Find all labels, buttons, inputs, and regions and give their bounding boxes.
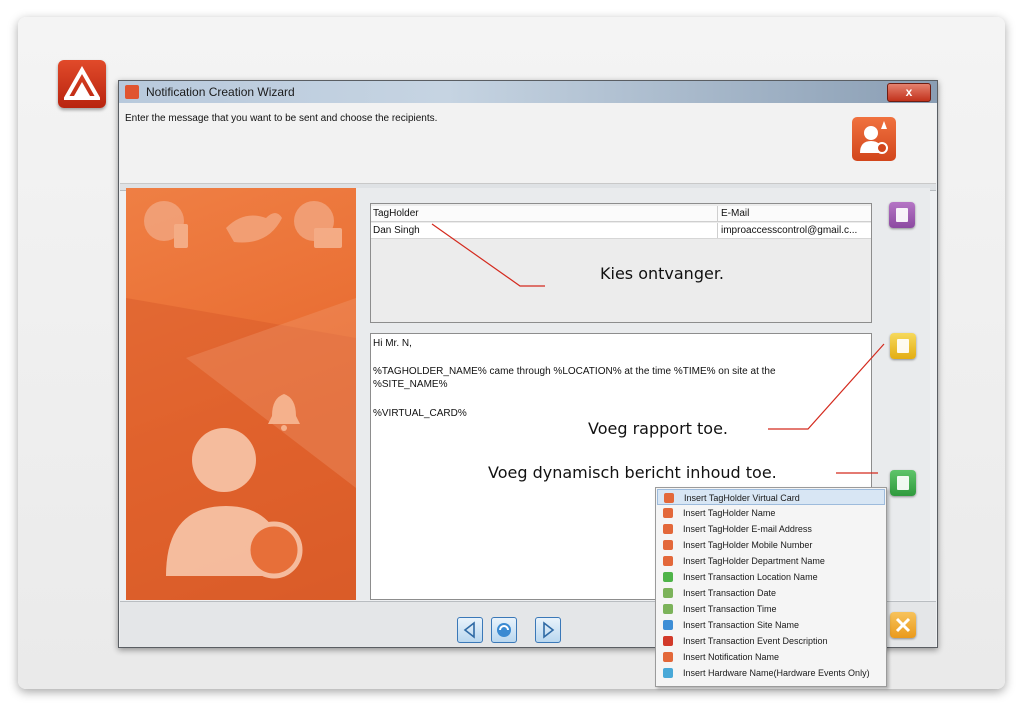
- menu-item-hardware[interactable]: Insert Hardware Name(Hardware Events Onl…: [657, 665, 885, 681]
- cancel-button[interactable]: [890, 612, 916, 638]
- app-icon: [125, 85, 139, 99]
- add-report-button[interactable]: [890, 333, 916, 359]
- annotation-choose-recipient: Kies ontvanger.: [600, 264, 725, 283]
- wizard-header: Enter the message that you want to be se…: [120, 103, 936, 184]
- globe-phone-icon: [144, 201, 188, 248]
- window-title: Notification Creation Wizard: [146, 85, 295, 99]
- site-icon: [663, 620, 673, 630]
- refresh-icon: [497, 623, 511, 637]
- annotation-add-report: Voeg rapport toe.: [588, 419, 728, 438]
- title-bar[interactable]: Notification Creation Wizard x: [119, 81, 937, 103]
- menu-item-virtual-card[interactable]: Insert TagHolder Virtual Card: [657, 489, 885, 505]
- recipient-email-cell: improaccesscontrol@gmail.c...: [717, 223, 871, 238]
- recipients-icon: [896, 208, 908, 222]
- column-header-email[interactable]: E-Mail: [717, 206, 871, 221]
- insert-field-menu: Insert TagHolder Virtual Card Insert Tag…: [655, 487, 887, 687]
- tagholder-icon: [663, 540, 673, 550]
- menu-item-site[interactable]: Insert Transaction Site Name: [657, 617, 885, 633]
- event-icon: [663, 636, 673, 646]
- close-button[interactable]: x: [887, 83, 931, 102]
- bird-icon: [226, 213, 282, 243]
- choose-recipients-button[interactable]: [889, 202, 915, 228]
- document-icon: [897, 476, 909, 490]
- calendar-icon: [663, 588, 673, 598]
- report-icon: [897, 339, 909, 353]
- tagholder-icon: [663, 524, 673, 534]
- clock-icon: [663, 604, 673, 614]
- close-x-icon: [895, 617, 911, 633]
- recipient-name-cell: Dan Singh: [373, 225, 420, 236]
- instruction-text: Enter the message that you want to be se…: [125, 113, 438, 124]
- wizard-side-graphic: [126, 188, 356, 600]
- message-line: %SITE_NAME%: [373, 379, 448, 390]
- notification-icon: [663, 652, 673, 662]
- menu-item-tagholder-name[interactable]: Insert TagHolder Name: [657, 505, 885, 521]
- column-header-tagholder[interactable]: TagHolder: [373, 206, 713, 221]
- table-header: TagHolder E-Mail: [371, 206, 871, 222]
- annotation-add-dynamic-content: Voeg dynamisch bericht inhoud toe.: [488, 463, 777, 482]
- refresh-button[interactable]: [491, 617, 517, 643]
- table-row[interactable]: Dan Singh improaccesscontrol@gmail.c...: [371, 223, 871, 239]
- hardware-icon: [663, 668, 673, 678]
- notification-user-icon: [852, 117, 896, 161]
- message-line: Hi Mr. N,: [373, 338, 412, 349]
- logo-mountain-icon: [64, 66, 100, 100]
- arrow-left-icon: [463, 621, 475, 639]
- tagholder-icon: [664, 493, 674, 503]
- tagholder-icon: [663, 508, 673, 518]
- tagholder-icon: [663, 556, 673, 566]
- menu-item-event[interactable]: Insert Transaction Event Description: [657, 633, 885, 649]
- menu-item-email[interactable]: Insert TagHolder E-mail Address: [657, 521, 885, 537]
- menu-item-mobile[interactable]: Insert TagHolder Mobile Number: [657, 537, 885, 553]
- message-line: %TAGHOLDER_NAME% came through %LOCATION%…: [373, 366, 776, 377]
- location-icon: [663, 572, 673, 582]
- menu-item-location[interactable]: Insert Transaction Location Name: [657, 569, 885, 585]
- globe-mail-icon: [294, 201, 342, 248]
- menu-item-date[interactable]: Insert Transaction Date: [657, 585, 885, 601]
- menu-item-time[interactable]: Insert Transaction Time: [657, 601, 885, 617]
- message-line: %VIRTUAL_CARD%: [373, 408, 467, 419]
- app-logo: [58, 60, 106, 108]
- menu-item-notification-name[interactable]: Insert Notification Name: [657, 649, 885, 665]
- menu-item-department[interactable]: Insert TagHolder Department Name: [657, 553, 885, 569]
- next-button[interactable]: [535, 617, 561, 643]
- back-button[interactable]: [457, 617, 483, 643]
- recipients-table[interactable]: TagHolder E-Mail Dan Singh improaccessco…: [370, 203, 872, 323]
- arrow-right-icon: [543, 621, 555, 639]
- insert-dynamic-content-button[interactable]: [890, 470, 916, 496]
